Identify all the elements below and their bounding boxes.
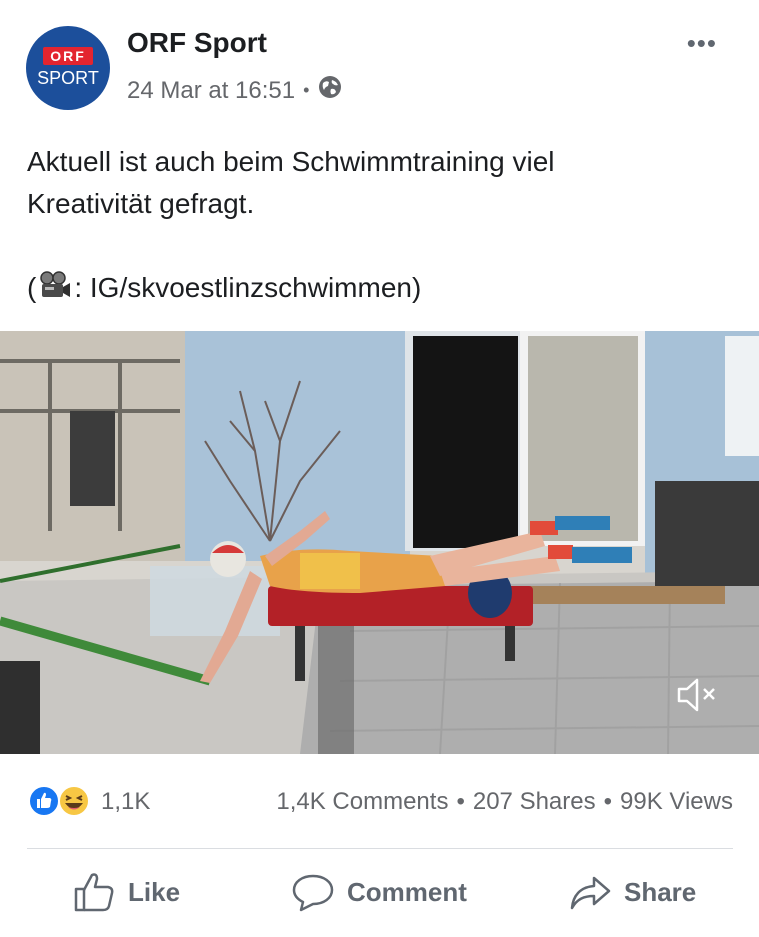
more-options-button[interactable]: •••: [687, 28, 717, 59]
haha-reaction-icon: [58, 785, 90, 817]
like-reaction-icon: [28, 785, 60, 817]
thumbs-up-icon: [74, 873, 114, 912]
shares-count[interactable]: 207 Shares: [473, 788, 596, 816]
post-meta: 24 Mar at 16:51 •: [127, 74, 343, 107]
post-timestamp[interactable]: 24 Mar at 16:51: [127, 77, 295, 105]
avatar-sport-text: SPORT: [37, 68, 99, 88]
stats-separator: •: [603, 788, 613, 815]
post-header: ORF SPORT ORF Sport 24 Mar at 16:51 • ••…: [0, 0, 759, 125]
meta-separator: •: [303, 80, 310, 100]
credit-line: ( : IG/skvoestlinzschwimmen): [27, 267, 727, 309]
like-label: Like: [128, 876, 181, 907]
post-body: Aktuell ist auch beim Schwimmtraining vi…: [27, 141, 727, 309]
like-button[interactable]: Like: [72, 870, 180, 914]
stats-right: 1,4K Comments • 207 Shares • 99K Views: [276, 788, 733, 816]
reactions-count[interactable]: 1,1K: [101, 788, 150, 816]
share-button[interactable]: Share: [568, 870, 696, 914]
video-frame: [0, 331, 759, 754]
post-actions: Like Comment Share: [0, 860, 759, 930]
comments-count[interactable]: 1,4K Comments: [276, 788, 448, 816]
comment-button[interactable]: Comment: [291, 870, 467, 914]
reaction-icons[interactable]: [27, 784, 93, 818]
page-name-link[interactable]: ORF Sport: [127, 27, 267, 59]
views-count: 99K Views: [620, 788, 733, 815]
globe-icon: [317, 74, 343, 107]
engagement-stats: 1,1K 1,4K Comments • 207 Shares • 99K Vi…: [0, 780, 759, 824]
actions-divider: [27, 848, 733, 849]
video-player[interactable]: [0, 331, 759, 754]
credit-paren: (: [27, 272, 37, 303]
comment-bubble-icon: [292, 874, 334, 912]
page-avatar[interactable]: ORF SPORT: [26, 26, 110, 110]
muted-speaker-icon[interactable]: [675, 676, 719, 714]
comment-label: Comment: [347, 876, 467, 907]
post-text-line: Kreativität gefragt.: [27, 188, 255, 219]
share-label: Share: [624, 876, 697, 907]
movie-camera-icon: [38, 271, 72, 301]
stats-separator: •: [456, 788, 465, 815]
avatar-orf-text: ORF: [43, 47, 93, 65]
post-text-line: Aktuell ist auch beim Schwimmtraining vi…: [27, 146, 555, 177]
credit-text: : IG/skvoestlinzschwimmen): [74, 272, 422, 303]
share-arrow-icon: [570, 876, 611, 910]
